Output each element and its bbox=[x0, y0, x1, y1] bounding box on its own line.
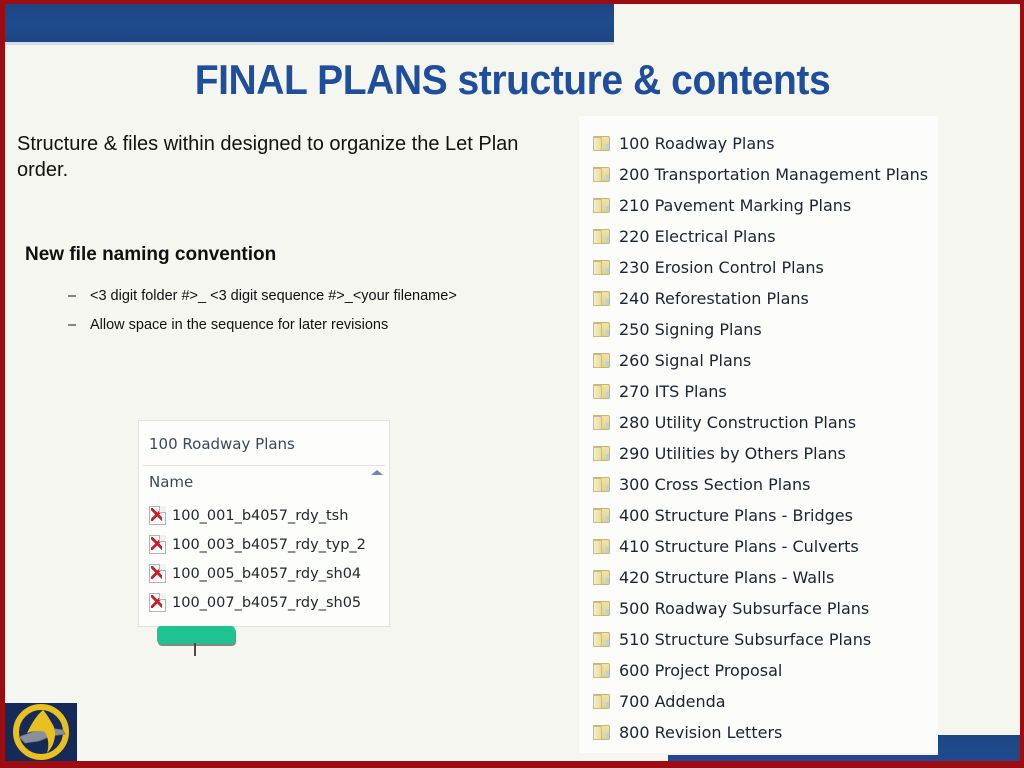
folder-list-item[interactable]: 280 Utility Construction Plans bbox=[593, 407, 938, 438]
inset-column-header-name[interactable]: Name bbox=[149, 473, 193, 491]
folder-list: 100 Roadway Plans 200 Transportation Mana… bbox=[593, 128, 938, 748]
inset-file-item-label: 100_001_b4057_rdy_tsh bbox=[172, 507, 349, 524]
folder-icon bbox=[593, 322, 610, 337]
green-callout-pointer bbox=[194, 643, 196, 656]
folder-list-item[interactable]: 100 Roadway Plans bbox=[593, 128, 938, 159]
folder-icon bbox=[593, 663, 610, 678]
inset-file-item[interactable]: 100_001_b4057_rdy_tsh bbox=[149, 501, 389, 530]
folder-icon bbox=[593, 353, 610, 368]
list-item-label: Allow space in the sequence for later re… bbox=[90, 317, 389, 333]
header-accent-bar-shadow bbox=[5, 42, 614, 45]
folder-list-item-label: 100 Roadway Plans bbox=[619, 134, 775, 153]
subheading: New file naming convention bbox=[25, 244, 277, 265]
folder-list-item-label: 300 Cross Section Plans bbox=[619, 475, 811, 494]
folder-icon bbox=[593, 601, 610, 616]
ncdot-logo bbox=[5, 703, 77, 761]
folder-list-item[interactable]: 700 Addenda bbox=[593, 686, 938, 717]
folder-icon bbox=[593, 446, 610, 461]
inset-file-item-label: 100_005_b4057_rdy_sh04 bbox=[172, 565, 362, 582]
inset-file-item-label: 100_007_b4057_rdy_sh05 bbox=[172, 594, 362, 611]
folder-list-item[interactable]: 300 Cross Section Plans bbox=[593, 469, 938, 500]
inset-folder-title: 100 Roadway Plans bbox=[149, 435, 295, 453]
green-callout-highlight bbox=[157, 626, 235, 644]
page-title: FINAL PLANS structure & contents bbox=[194, 56, 831, 103]
folder-list-item-label: 500 Roadway Subsurface Plans bbox=[619, 599, 870, 618]
folder-list-item[interactable]: 250 Signing Plans bbox=[593, 314, 938, 345]
folder-list-item[interactable]: 600 Project Proposal bbox=[593, 655, 938, 686]
folder-icon bbox=[593, 229, 610, 244]
folder-list-item-label: 270 ITS Plans bbox=[619, 382, 727, 401]
folder-list-item[interactable]: 220 Electrical Plans bbox=[593, 221, 938, 252]
list-item: – <3 digit folder #>_ <3 digit sequence … bbox=[65, 288, 565, 305]
folder-list-item-label: 280 Utility Construction Plans bbox=[619, 413, 857, 432]
dash-bullet-icon: – bbox=[68, 288, 77, 304]
folder-icon bbox=[593, 291, 610, 306]
folder-icon bbox=[593, 570, 610, 585]
folder-list-item-label: 240 Reforestation Plans bbox=[619, 289, 809, 308]
folder-list-item-label: 700 Addenda bbox=[619, 692, 726, 711]
folder-list-item[interactable]: 290 Utilities by Others Plans bbox=[593, 438, 938, 469]
folder-list-item[interactable]: 500 Roadway Subsurface Plans bbox=[593, 593, 938, 624]
inset-file-item-label: 100_003_b4057_rdy_typ_2 bbox=[172, 536, 366, 553]
folder-list-item-label: 290 Utilities by Others Plans bbox=[619, 444, 846, 463]
folder-list-item[interactable]: 210 Pavement Marking Plans bbox=[593, 190, 938, 221]
inset-file-list: 100_001_b4057_rdy_tsh 100_003_b4057_rdy_t… bbox=[149, 501, 389, 617]
folder-list-item[interactable]: 200 Transportation Management Plans bbox=[593, 159, 938, 190]
folder-list-item-label: 600 Project Proposal bbox=[619, 661, 783, 680]
pdf-file-icon bbox=[149, 564, 166, 583]
inset-file-item[interactable]: 100_003_b4057_rdy_typ_2 bbox=[149, 530, 389, 559]
folder-list-item[interactable]: 410 Structure Plans - Culverts bbox=[593, 531, 938, 562]
folder-list-item[interactable]: 420 Structure Plans - Walls bbox=[593, 562, 938, 593]
folder-list-item[interactable]: 260 Signal Plans bbox=[593, 345, 938, 376]
inset-file-item[interactable]: 100_007_b4057_rdy_sh05 bbox=[149, 588, 389, 617]
pdf-file-icon bbox=[149, 593, 166, 612]
folder-list-item-label: 220 Electrical Plans bbox=[619, 227, 776, 246]
list-item: – Allow space in the sequence for later … bbox=[65, 317, 565, 334]
folder-icon bbox=[593, 725, 610, 740]
folder-list-item[interactable]: 400 Structure Plans - Bridges bbox=[593, 500, 938, 531]
folder-icon bbox=[593, 384, 610, 399]
pdf-file-icon bbox=[149, 506, 166, 525]
intro-paragraph: Structure & files within designed to org… bbox=[17, 133, 519, 181]
folder-list-item-label: 410 Structure Plans - Culverts bbox=[619, 537, 859, 556]
folder-icon bbox=[593, 136, 610, 151]
folder-list-item-label: 400 Structure Plans - Bridges bbox=[619, 506, 853, 525]
explorer-inset: 100 Roadway Plans Name 100_001_b4057_rdy… bbox=[139, 421, 389, 626]
ncdot-logo-icon bbox=[13, 704, 69, 760]
footer-accent-strip bbox=[668, 755, 1020, 761]
pdf-file-icon bbox=[149, 535, 166, 554]
folder-icon bbox=[593, 260, 610, 275]
slide-canvas: FINAL PLANS structure & contents Structu… bbox=[5, 4, 1020, 761]
folder-list-item-label: 230 Erosion Control Plans bbox=[619, 258, 824, 277]
header-accent-bar bbox=[5, 4, 614, 42]
inset-divider bbox=[143, 465, 385, 466]
folder-list-item-label: 420 Structure Plans - Walls bbox=[619, 568, 835, 587]
folder-list-item[interactable]: 240 Reforestation Plans bbox=[593, 283, 938, 314]
folder-list-item-label: 200 Transportation Management Plans bbox=[619, 165, 929, 184]
inset-file-item[interactable]: 100_005_b4057_rdy_sh04 bbox=[149, 559, 389, 588]
dash-bullet-icon: – bbox=[68, 317, 77, 333]
folder-icon bbox=[593, 508, 610, 523]
folder-list-item[interactable]: 510 Structure Subsurface Plans bbox=[593, 624, 938, 655]
folder-list-item-label: 250 Signing Plans bbox=[619, 320, 762, 339]
folder-icon bbox=[593, 539, 610, 554]
bullet-list: – <3 digit folder #>_ <3 digit sequence … bbox=[65, 288, 565, 346]
list-item-label: <3 digit folder #>_ <3 digit sequence #>… bbox=[90, 288, 457, 304]
folder-list-item[interactable]: 230 Erosion Control Plans bbox=[593, 252, 938, 283]
folder-icon bbox=[593, 477, 610, 492]
folder-list-item-label: 210 Pavement Marking Plans bbox=[619, 196, 852, 215]
folder-list-item-label: 260 Signal Plans bbox=[619, 351, 752, 370]
folder-icon bbox=[593, 632, 610, 647]
folder-list-item[interactable]: 270 ITS Plans bbox=[593, 376, 938, 407]
folder-list-item[interactable]: 800 Revision Letters bbox=[593, 717, 938, 748]
folder-icon bbox=[593, 415, 610, 430]
sort-ascending-icon[interactable] bbox=[371, 470, 383, 475]
folder-list-item-label: 800 Revision Letters bbox=[619, 723, 783, 742]
folder-icon bbox=[593, 167, 610, 182]
folder-list-item-label: 510 Structure Subsurface Plans bbox=[619, 630, 872, 649]
folder-icon bbox=[593, 198, 610, 213]
folder-list-panel: 100 Roadway Plans 200 Transportation Mana… bbox=[579, 116, 938, 753]
folder-icon bbox=[593, 694, 610, 709]
